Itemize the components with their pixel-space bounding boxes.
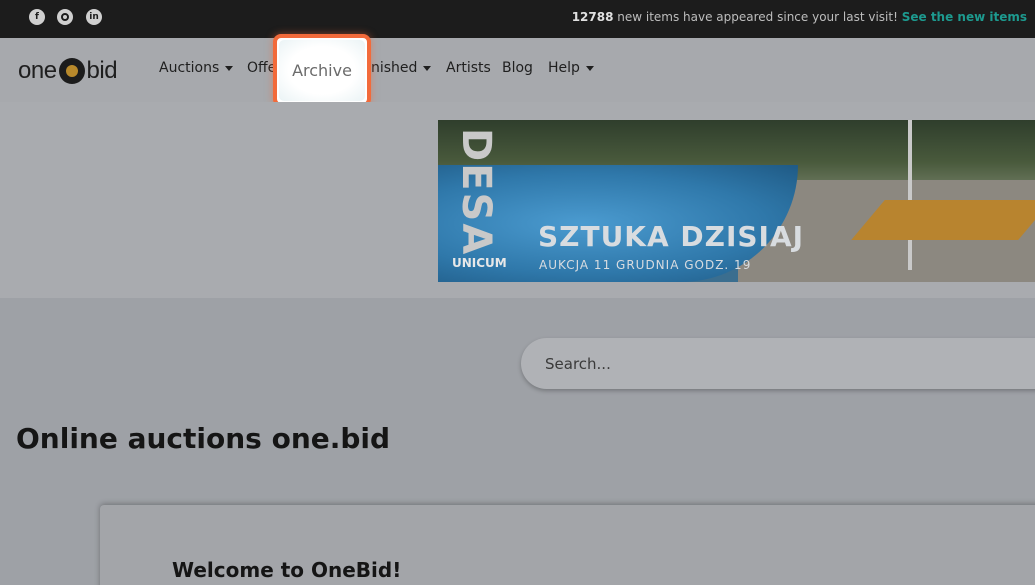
instagram-icon[interactable] [57, 9, 73, 25]
search-input[interactable]: Search... [521, 338, 1035, 389]
nav-item-label: Artists [446, 60, 491, 76]
top-bar: f in 12788 new items have appeared since… [0, 0, 1035, 38]
new-items-text: new items have appeared since your last … [613, 10, 902, 24]
caret-down-icon [423, 65, 432, 71]
nav-item-label: Auctions [159, 60, 220, 76]
new-items-notice: 12788 new items have appeared since your… [572, 10, 1027, 24]
nav-item-archive[interactable]: Archive [273, 34, 371, 107]
nav-item-blog[interactable]: Blog [502, 60, 533, 76]
page-title: Online auctions one.bid [16, 422, 391, 455]
nav-item-label: Offe [247, 60, 277, 76]
facebook-icon[interactable]: f [29, 9, 45, 25]
banner-lounge-chair [851, 200, 1035, 240]
logo-text-left: one [18, 57, 57, 84]
welcome-card: Welcome to OneBid! [100, 505, 1035, 585]
logo-text-right: bid [86, 57, 118, 84]
search-placeholder: Search... [545, 354, 611, 373]
caret-down-icon [225, 65, 234, 71]
welcome-title: Welcome to OneBid! [172, 558, 402, 582]
nav-item-finished[interactable]: nished [371, 60, 432, 76]
nav-item-artists[interactable]: Artists [446, 60, 491, 76]
banner-headline: SZTUKA DZISIAJ [538, 220, 805, 253]
nav-item-label: nished [371, 60, 418, 76]
new-items-count: 12788 [571, 10, 614, 24]
nav-item-auctions[interactable]: Auctions [159, 60, 234, 76]
banner-umbrella-pole [908, 120, 912, 270]
nav-item-label: Help [548, 60, 580, 76]
nav-item-label: Blog [502, 60, 533, 76]
gavel-logo-icon [58, 58, 85, 84]
main-nav: one bid Auctions Offe nished Artists Blo… [0, 38, 1035, 102]
caret-down-icon [585, 65, 594, 71]
linkedin-icon[interactable]: in [86, 9, 102, 25]
onebid-logo[interactable]: one bid [18, 56, 118, 86]
nav-item-help[interactable]: Help [548, 60, 594, 76]
banner-sub-brand: UNICUM [452, 256, 507, 270]
archive-label: Archive [279, 40, 365, 101]
nav-item-offers[interactable]: Offe [247, 60, 276, 76]
banner-subline: AUKCJA 11 GRUDNIA GODZ. 19 [539, 258, 752, 272]
see-new-items-link[interactable]: See the new items [902, 10, 1027, 24]
desa-unicum-banner[interactable]: DESA UNICUM SZTUKA DZISIAJ AUKCJA 11 GRU… [438, 120, 1035, 282]
banner-brand: DESA [453, 128, 499, 257]
